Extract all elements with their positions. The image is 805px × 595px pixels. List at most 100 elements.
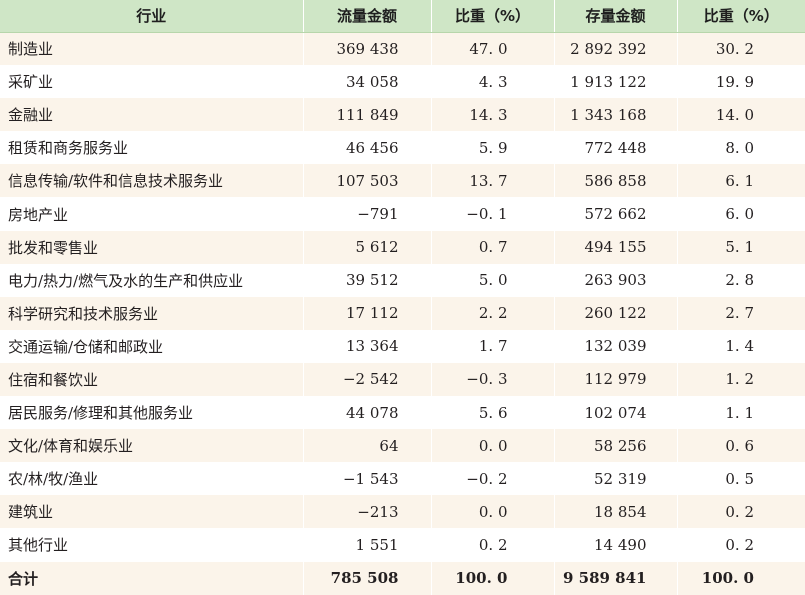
cell-flow-share: 0. 7 [430, 230, 554, 264]
cell-stock-amount: 586 858 [553, 164, 677, 198]
cell-stock-amount: 2 892 392 [553, 32, 677, 66]
total-row: 合计 785 508 100. 0 9 589 841 100. 0 [0, 561, 805, 595]
cell-stock-share: 2. 8 [676, 263, 805, 297]
table-row: 农/林/牧/渔业 −1 543 −0. 2 52 319 0. 5 [0, 462, 805, 496]
header-flow-amount: 流量金额 [302, 0, 431, 33]
cell-stock-share: 30. 2 [676, 32, 805, 66]
cell-flow-share: −0. 1 [430, 197, 554, 231]
table-row: 信息传输/软件和信息技术服务业 107 503 13. 7 586 858 6. 1 [0, 164, 805, 198]
table-row: 批发和零售业 5 612 0. 7 494 155 5. 1 [0, 230, 805, 264]
cell-stock-share: 1. 1 [676, 396, 805, 430]
cell-flow-amount: 1 551 [302, 528, 431, 562]
header-stock-amount: 存量金额 [553, 0, 677, 33]
cell-stock-amount: 132 039 [553, 329, 677, 363]
cell-industry: 制造业 [8, 40, 54, 59]
cell-stock-share: 0. 2 [676, 495, 805, 529]
total-flow: 785 508 [302, 561, 431, 595]
cell-industry: 信息传输/软件和信息技术服务业 [8, 172, 224, 191]
industry-investment-table: 行业 流量金额 比重（%） 存量金额 比重（%） 制造业 369 438 47. 0… [0, 0, 805, 595]
cell-industry: 交通运输/仓储和邮政业 [8, 337, 164, 356]
cell-stock-amount: 772 448 [553, 131, 677, 165]
table-row: 制造业 369 438 47. 02 892 392 30. 2 [0, 32, 805, 66]
cell-industry: 其他行业 [8, 536, 69, 555]
cell-stock-amount: 260 122 [553, 296, 677, 330]
cell-stock-amount: 102 074 [553, 396, 677, 430]
cell-flow-share: 0. 0 [430, 429, 554, 463]
cell-stock-amount: 494 155 [553, 230, 677, 264]
table-row: 房地产业 −791 −0. 1 572 662 6. 0 [0, 197, 805, 231]
cell-stock-share: 19. 9 [676, 65, 805, 99]
cell-flow-share: 2. 2 [430, 296, 554, 330]
cell-industry: 建筑业 [8, 503, 54, 522]
cell-stock-amount: 52 319 [553, 462, 677, 496]
cell-stock-share: 0. 6 [676, 429, 805, 463]
cell-flow-share: 5. 6 [430, 396, 554, 430]
table-row: 电力/热力/燃气及水的生产和供应业 39 512 5. 0 263 903 2. 8 [0, 263, 805, 297]
cell-flow-share: 5. 9 [430, 131, 554, 165]
cell-flow-amount: 44 078 [302, 396, 431, 430]
cell-flow-amount: 13 364 [302, 329, 431, 363]
cell-stock-amount: 112 979 [553, 362, 677, 397]
cell-industry: 电力/热力/燃气及水的生产和供应业 [8, 271, 244, 290]
cell-flow-share: 47. 0 [430, 32, 554, 66]
cell-stock-amount: 263 903 [553, 263, 677, 297]
cell-flow-share: 4. 3 [430, 65, 554, 99]
cell-flow-amount: 64 [302, 429, 431, 463]
cell-flow-share: −0. 2 [430, 462, 554, 496]
header-industry: 行业 [0, 0, 303, 33]
cell-flow-amount: 111 849 [302, 98, 431, 132]
cell-stock-share: 6. 0 [676, 197, 805, 231]
cell-flow-amount: 5 612 [302, 230, 431, 264]
cell-industry: 居民服务/修理和其他服务业 [8, 404, 194, 423]
cell-stock-share: 0. 2 [676, 528, 805, 562]
total-label: 合计 [8, 569, 39, 588]
cell-flow-share: 0. 2 [430, 528, 554, 562]
cell-stock-share: 6. 1 [676, 164, 805, 198]
cell-flow-share: 14. 3 [430, 98, 554, 132]
cell-flow-share: 5. 0 [430, 263, 554, 297]
cell-flow-amount: 34 058 [302, 65, 431, 99]
cell-stock-amount: 1 913 122 [553, 65, 677, 99]
table-header-row: 行业 流量金额 比重（%） 存量金额 比重（%） [0, 0, 805, 33]
cell-flow-amount: −791 [302, 197, 431, 231]
cell-flow-share: 13. 7 [430, 164, 554, 198]
total-stock-share: 100. 0 [676, 561, 805, 595]
table-row: 科学研究和技术服务业 17 112 2. 2 260 122 2. 7 [0, 296, 805, 330]
cell-stock-amount: 572 662 [553, 197, 677, 231]
cell-industry: 采矿业 [8, 73, 54, 92]
table-row: 文化/体育和娱乐业 64 0. 0 58 256 0. 6 [0, 429, 805, 463]
cell-flow-amount: 107 503 [302, 164, 431, 198]
cell-stock-share: 14. 0 [676, 98, 805, 132]
cell-industry: 住宿和餐饮业 [8, 370, 99, 389]
cell-stock-amount: 14 490 [553, 528, 677, 562]
cell-stock-amount: 1 343 168 [553, 98, 677, 132]
cell-stock-share: 5. 1 [676, 230, 805, 264]
cell-stock-share: 1. 4 [676, 329, 805, 363]
table-row: 住宿和餐饮业 −2 542 −0. 3 112 979 1. 2 [0, 362, 805, 397]
cell-industry: 农/林/牧/渔业 [8, 470, 99, 489]
table-row: 金融业 111 849 14. 31 343 168 14. 0 [0, 98, 805, 132]
table-row: 居民服务/修理和其他服务业 44 078 5. 6 102 074 1. 1 [0, 396, 805, 430]
cell-stock-share: 2. 7 [676, 296, 805, 330]
total-stock: 9 589 841 [553, 561, 677, 595]
cell-industry: 房地产业 [8, 205, 69, 224]
cell-industry: 科学研究和技术服务业 [8, 304, 159, 323]
cell-industry: 租赁和商务服务业 [8, 139, 129, 158]
cell-flow-amount: 17 112 [302, 296, 431, 330]
cell-stock-amount: 58 256 [553, 429, 677, 463]
total-flow-share: 100. 0 [430, 561, 554, 595]
cell-stock-share: 8. 0 [676, 131, 805, 165]
header-stock-share: 比重（%） [676, 0, 805, 33]
cell-industry: 文化/体育和娱乐业 [8, 437, 134, 456]
header-flow-share: 比重（%） [430, 0, 554, 33]
cell-flow-amount: −213 [302, 495, 431, 529]
cell-stock-share: 0. 5 [676, 462, 805, 496]
cell-stock-share: 1. 2 [676, 362, 805, 397]
table-row: 其他行业 1 551 0. 2 14 490 0. 2 [0, 528, 805, 562]
table-row: 租赁和商务服务业 46 456 5. 9 772 448 8. 0 [0, 131, 805, 165]
cell-flow-share: −0. 3 [430, 362, 554, 397]
table-row: 采矿业 34 058 4. 31 913 122 19. 9 [0, 65, 805, 99]
cell-flow-amount: −1 543 [302, 462, 431, 496]
cell-flow-amount: 39 512 [302, 263, 431, 297]
table-body: 制造业 369 438 47. 02 892 392 30. 2 采矿业 34 058 4.… [0, 32, 805, 595]
